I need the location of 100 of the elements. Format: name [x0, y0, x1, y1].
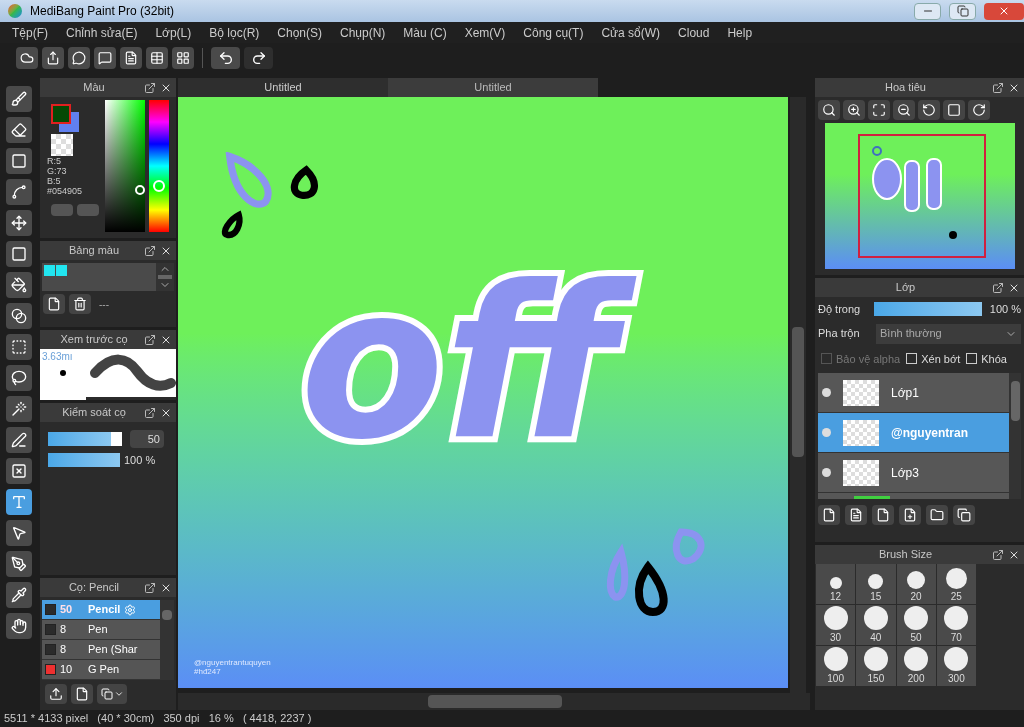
- palette-swatch[interactable]: [56, 265, 67, 276]
- toolbar-button[interactable]: [16, 47, 38, 69]
- brush-size-preset[interactable]: 50: [896, 605, 936, 645]
- foreground-color-swatch[interactable]: [51, 104, 71, 124]
- brush-size-preset[interactable]: 25: [936, 564, 976, 604]
- navigator-button[interactable]: [893, 100, 915, 120]
- tool-button[interactable]: [6, 458, 32, 484]
- new-palette-button[interactable]: [43, 294, 65, 314]
- undock-icon[interactable]: [144, 581, 156, 594]
- undock-icon[interactable]: [992, 548, 1004, 561]
- close-button[interactable]: [984, 2, 1024, 20]
- menu-item[interactable]: Chỉnh sửa(E): [66, 23, 138, 42]
- layer-action-button[interactable]: [845, 505, 867, 525]
- slider-fill[interactable]: [48, 432, 111, 446]
- navigator-button[interactable]: [868, 100, 890, 120]
- scrollbar[interactable]: [160, 600, 174, 680]
- brush-size-preset[interactable]: 100: [816, 646, 856, 686]
- toolbar-button[interactable]: [146, 47, 168, 69]
- tool-button[interactable]: [6, 303, 32, 329]
- navigator-button[interactable]: [943, 100, 965, 120]
- brush-size-preset[interactable]: 300: [936, 646, 976, 686]
- toolbar-button[interactable]: [94, 47, 116, 69]
- layer-action-button[interactable]: [953, 505, 975, 525]
- brush-size-preset[interactable]: 200: [896, 646, 936, 686]
- menu-item[interactable]: Màu (C): [403, 23, 447, 42]
- layer-action-button[interactable]: [872, 505, 894, 525]
- menu-item[interactable]: Cloud: [678, 23, 710, 42]
- brush-size-preset[interactable]: 15: [856, 564, 896, 604]
- slider-fill[interactable]: [873, 302, 982, 317]
- delete-palette-button[interactable]: [69, 294, 91, 314]
- menu-item[interactable]: Xem(V): [464, 23, 506, 42]
- new-brush-button[interactable]: [71, 684, 93, 704]
- upload-button[interactable]: [45, 684, 67, 704]
- restore-button[interactable]: [949, 2, 976, 20]
- transparent-swatch[interactable]: [51, 134, 73, 156]
- minimize-button[interactable]: [914, 2, 941, 20]
- tool-button[interactable]: [6, 334, 32, 360]
- tool-button[interactable]: [6, 210, 32, 236]
- menu-item[interactable]: Cửa sổ(W): [601, 23, 661, 42]
- document-tab[interactable]: Untitled: [388, 78, 598, 97]
- brush-size-preset[interactable]: 30: [816, 605, 856, 645]
- undock-icon[interactable]: [144, 333, 156, 346]
- tool-button[interactable]: [6, 427, 32, 453]
- tool-button[interactable]: [6, 272, 32, 298]
- color-mode-button[interactable]: [77, 204, 99, 216]
- brush-size-preset[interactable]: 150: [856, 646, 896, 686]
- vertical-scrollbar[interactable]: [790, 97, 806, 693]
- brush-size-preset[interactable]: 12: [816, 564, 856, 604]
- brush-list-item[interactable]: 10 G Pen: [42, 660, 160, 680]
- brush-list-item[interactable]: 8 Pen: [42, 620, 160, 640]
- tool-button[interactable]: [6, 148, 32, 174]
- scrollbar[interactable]: [1009, 373, 1021, 499]
- layer-action-button[interactable]: [926, 505, 948, 525]
- menu-item[interactable]: Chọn(S): [277, 23, 322, 42]
- layer-row[interactable]: Lớp1: [818, 373, 1009, 413]
- layer-action-button[interactable]: [899, 505, 921, 525]
- brush-size-preset[interactable]: 20: [896, 564, 936, 604]
- toolbar-button[interactable]: [120, 47, 142, 69]
- background-color-swatch[interactable]: [59, 112, 79, 132]
- menu-item[interactable]: Công cụ(T): [523, 23, 584, 42]
- hue-bar[interactable]: [149, 100, 169, 232]
- toolbar-button[interactable]: [42, 47, 64, 69]
- tool-button[interactable]: [6, 365, 32, 391]
- brush-size-preset[interactable]: 40: [856, 605, 896, 645]
- menu-item[interactable]: Tệp(F): [12, 23, 48, 42]
- navigator-button[interactable]: [918, 100, 940, 120]
- undock-icon[interactable]: [992, 281, 1004, 294]
- brush-size-field[interactable]: 50: [130, 430, 164, 448]
- menu-item[interactable]: Chụp(N): [340, 23, 386, 42]
- horizontal-scrollbar[interactable]: [178, 693, 810, 710]
- blend-dropdown[interactable]: Bình thường: [876, 323, 1021, 344]
- tool-button[interactable]: [6, 86, 32, 112]
- brush-menu-button[interactable]: [97, 684, 127, 704]
- toolbar-button[interactable]: [172, 47, 194, 69]
- redo-button[interactable]: [244, 47, 273, 69]
- slider-fill[interactable]: [48, 453, 120, 468]
- tool-button[interactable]: [6, 117, 32, 143]
- menu-item[interactable]: Help: [727, 23, 753, 42]
- undock-icon[interactable]: [144, 81, 156, 94]
- undock-icon[interactable]: [144, 244, 156, 257]
- undo-button[interactable]: [211, 47, 240, 69]
- tool-button[interactable]: [6, 179, 32, 205]
- tool-button[interactable]: [6, 551, 32, 577]
- navigator-button[interactable]: [818, 100, 840, 120]
- palette-swatch[interactable]: [44, 265, 55, 276]
- layer-row[interactable]: Lớp3: [818, 453, 1009, 493]
- toolbar-button[interactable]: [68, 47, 90, 69]
- color-picker-ring[interactable]: [135, 185, 145, 195]
- color-square[interactable]: [105, 100, 145, 232]
- tool-button[interactable]: [6, 396, 32, 422]
- navigator-button[interactable]: [843, 100, 865, 120]
- menu-item[interactable]: Bộ lọc(R): [209, 23, 260, 42]
- layer-action-button[interactable]: [818, 505, 840, 525]
- navigator-button[interactable]: [968, 100, 990, 120]
- tool-button[interactable]: [6, 582, 32, 608]
- brush-size-preset[interactable]: 70: [936, 605, 976, 645]
- undock-icon[interactable]: [144, 406, 156, 419]
- tool-button[interactable]: [6, 520, 32, 546]
- menu-item[interactable]: Lớp(L): [155, 23, 192, 42]
- tool-button[interactable]: [6, 241, 32, 267]
